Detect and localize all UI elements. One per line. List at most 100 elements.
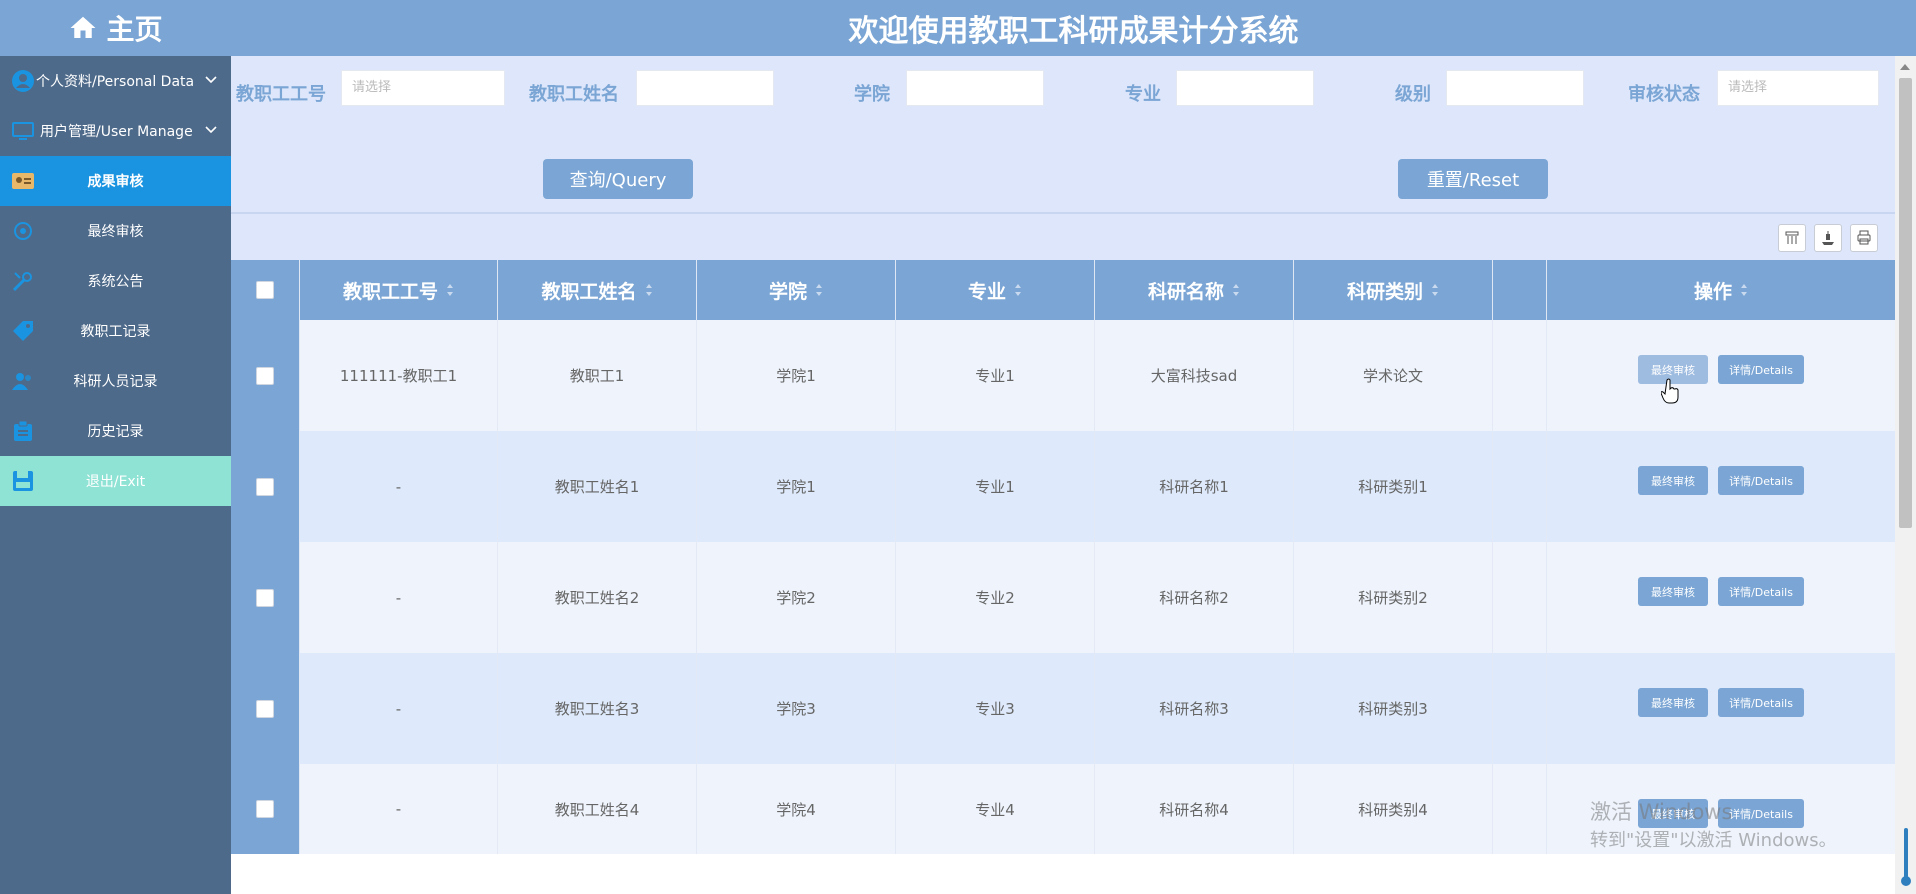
select-all-checkbox[interactable] [256,281,274,299]
scrollbar-thumb[interactable] [1899,78,1912,528]
cell-hidden [1493,542,1547,653]
cell-hidden [1493,764,1547,854]
cell-staff-id: - [300,542,498,653]
table-row: - 教职工姓名2 学院2 专业2 科研名称2 科研类别2 最终审核 详情/Det… [231,542,1895,653]
header-major[interactable]: 专业 [896,260,1095,320]
sidebar-item-label: 科研人员记录 [73,374,158,390]
cell-major: 专业2 [896,542,1095,653]
details-button[interactable]: 详情/Details [1718,466,1804,495]
cell-staff-id: 111111-教职工1 [300,320,498,431]
columns-icon[interactable] [1778,224,1806,252]
vertical-scrollbar[interactable] [1895,56,1916,894]
sort-icon [447,284,453,296]
cell-research-category: 科研类别4 [1294,764,1493,854]
cell-hidden [1493,653,1547,764]
header-college[interactable]: 学院 [697,260,896,320]
header-staff-name[interactable]: 教职工姓名 [498,260,697,320]
users-icon [10,369,36,393]
filter-label-college: 学院 [854,84,890,105]
row-select-cell [231,764,300,854]
cell-research-name: 科研名称2 [1095,542,1294,653]
sidebar-item-staff-records[interactable]: 教职工记录 [0,306,231,356]
sidebar-item-history[interactable]: 历史记录 [0,406,231,456]
filter-label-review-status: 审核状态 [1628,84,1700,105]
details-button[interactable]: 详情/Details [1718,355,1804,384]
cell-college: 学院4 [697,764,896,854]
chevron-down-icon [205,126,217,134]
major-input[interactable] [1176,70,1314,106]
header-label: 科研类别 [1346,280,1423,303]
sidebar-item-achievement-review[interactable]: 成果审核 [0,156,231,206]
header-hidden-column [1493,260,1547,320]
sort-icon [816,284,822,296]
avatar-icon [10,69,36,93]
header-label: 教职工姓名 [541,280,637,303]
cell-major: 专业4 [896,764,1095,854]
print-icon[interactable] [1850,224,1878,252]
row-checkbox[interactable] [256,699,274,718]
home-link[interactable]: 主页 [0,0,231,56]
settings-icon [10,219,36,243]
sidebar-item-label: 成果审核 [87,174,144,190]
cell-actions: 最终审核 详情/Details [1547,320,1895,431]
header-research-category[interactable]: 科研类别 [1294,260,1493,320]
staff-name-input[interactable] [636,70,774,106]
details-button[interactable]: 详情/Details [1718,688,1804,717]
clipboard-icon [10,419,36,443]
level-input[interactable] [1446,70,1584,106]
export-icon[interactable] [1814,224,1842,252]
final-review-button[interactable]: 最终审核 [1638,577,1708,606]
cell-staff-name: 教职工姓名1 [498,431,697,542]
details-button[interactable]: 详情/Details [1718,577,1804,606]
sidebar-item-label: 历史记录 [87,424,144,440]
cell-college: 学院2 [697,542,896,653]
review-status-select[interactable]: 请选择 [1717,70,1879,106]
cell-research-name: 科研名称4 [1095,764,1294,854]
reset-button[interactable]: 重置/Reset [1398,159,1548,199]
final-review-button[interactable]: 最终审核 [1638,466,1708,495]
hand-cursor-icon [1661,378,1679,404]
sidebar-item-user-manage[interactable]: 用户管理/User Manage [0,106,231,156]
chevron-down-icon [205,76,217,84]
sort-icon [645,284,652,296]
row-checkbox[interactable] [256,366,274,385]
row-select-cell [231,653,300,764]
row-checkbox[interactable] [256,477,274,496]
cell-staff-id: - [300,653,498,764]
header-select-all [231,260,300,320]
cell-research-name: 科研名称1 [1095,431,1294,542]
sidebar-item-label: 教职工记录 [80,324,151,340]
filter-label-staff-name: 教职工姓名 [529,84,619,105]
cell-staff-id: - [300,764,498,854]
sidebar-item-personal-data[interactable]: 个人资料/Personal Data [0,56,231,106]
id-card-icon [10,169,36,193]
cell-major: 专业1 [896,431,1095,542]
data-table: 教职工工号 教职工姓名 学院 专业 科研名称 科研类别 操作 111111-教职… [231,260,1895,854]
cell-college: 学院1 [697,320,896,431]
row-checkbox[interactable] [256,588,274,607]
header-label: 科研名称 [1147,280,1224,303]
sort-icon [1741,284,1747,296]
cell-research-name: 科研名称3 [1095,653,1294,764]
cell-research-category: 科研类别2 [1294,542,1493,653]
header-label: 教职工工号 [342,280,438,303]
college-input[interactable] [906,70,1044,106]
home-icon [70,16,96,38]
table-header-row: 教职工工号 教职工姓名 学院 专业 科研名称 科研类别 操作 [231,260,1895,320]
sidebar-item-announcement[interactable]: 系统公告 [0,256,231,306]
final-review-button[interactable]: 最终审核 [1638,688,1708,717]
row-select-cell [231,431,300,542]
cell-actions: 最终审核 详情/Details [1547,653,1895,764]
header-actions: 操作 [1547,260,1895,320]
row-checkbox[interactable] [256,800,274,818]
query-button[interactable]: 查询/Query [543,159,693,199]
staff-id-select[interactable]: 请选择 [341,70,505,106]
header-research-name[interactable]: 科研名称 [1095,260,1294,320]
cell-research-category: 学术论文 [1294,320,1493,431]
cell-staff-name: 教职工姓名4 [498,764,697,854]
header-staff-id[interactable]: 教职工工号 [300,260,498,320]
sidebar-item-researcher-records[interactable]: 科研人员记录 [0,356,231,406]
scroll-up-arrow-icon[interactable] [1900,64,1910,70]
sidebar-item-exit[interactable]: 退出/Exit [0,456,231,506]
sidebar-item-final-review[interactable]: 最终审核 [0,206,231,256]
